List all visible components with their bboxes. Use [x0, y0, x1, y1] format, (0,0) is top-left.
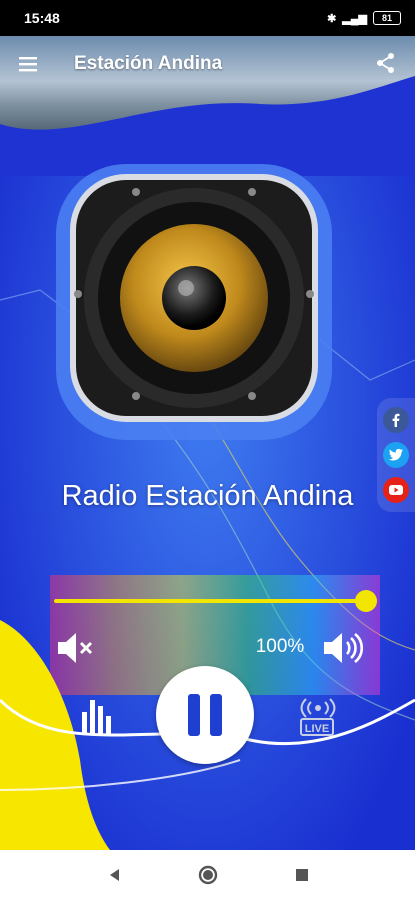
volume-row: 100% [0, 628, 415, 668]
status-icons: ✱ ▂▄▆ 81 [327, 11, 401, 25]
volume-max-icon[interactable] [322, 630, 364, 666]
speaker-artwork [52, 160, 336, 444]
app-title: Estación Andina [74, 53, 223, 74]
volume-percent: 100% [255, 636, 305, 657]
home-icon[interactable] [196, 863, 220, 887]
battery-level: 81 [381, 13, 392, 23]
back-icon[interactable] [102, 863, 126, 887]
system-navigation-bar [0, 850, 415, 900]
status-time: 15:48 [24, 10, 60, 26]
bluetooth-icon: ✱ [327, 12, 337, 25]
app-bar: Estación Andina [0, 36, 415, 92]
station-name: Radio Estación Andina [61, 480, 354, 512]
battery-icon: 81 [373, 11, 401, 25]
equalizer-icon[interactable] [80, 696, 118, 736]
radio-player-screen: 15:48 ✱ ▂▄▆ 81 Estación Andina Radio Est… [0, 0, 415, 900]
signal-icon: ▂▄▆ [342, 12, 367, 25]
recents-icon[interactable] [290, 863, 314, 887]
mute-icon[interactable] [56, 630, 96, 666]
pause-icon-right [210, 694, 222, 736]
live-button[interactable]: LIVE [296, 698, 340, 740]
status-bar: 15:48 ✱ ▂▄▆ 81 [0, 0, 415, 36]
pause-icon-left [188, 694, 200, 736]
volume-slider[interactable] [54, 588, 377, 612]
share-icon[interactable] [375, 52, 399, 76]
pause-button[interactable] [156, 666, 254, 764]
volume-track [54, 599, 366, 603]
menu-icon[interactable] [16, 52, 40, 76]
twitter-icon[interactable] [383, 441, 409, 468]
volume-thumb[interactable] [355, 590, 377, 612]
broadcast-icon [300, 698, 336, 718]
live-label: LIVE [300, 718, 334, 736]
facebook-icon[interactable] [383, 406, 409, 433]
